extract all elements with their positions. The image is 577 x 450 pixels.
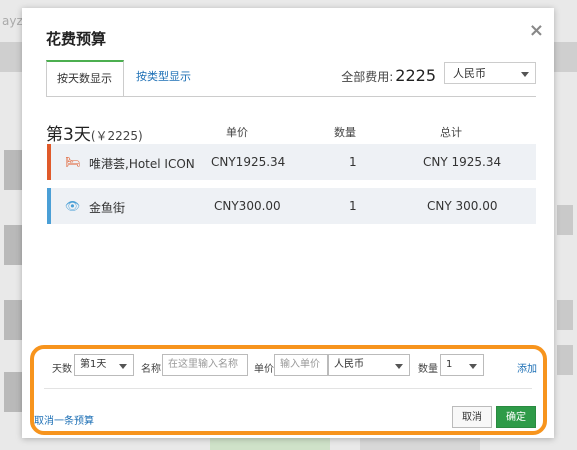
currency-select[interactable]: 人民币 [444,62,536,84]
chevron-down-icon [469,364,477,369]
item-name: 唯港荟,Hotel ICON [89,157,195,171]
price-input[interactable]: 输入单价 [274,354,328,376]
quantity-label: 数量 [418,364,438,375]
day-title: 第3天(￥2225) [46,120,143,145]
quantity-select[interactable]: 1 [440,354,484,376]
editor-divider [44,388,532,389]
name-input[interactable]: 在这里输入名称 [162,354,248,376]
item-unit-price: CNY1925.34 [211,155,286,169]
cancel-button[interactable]: 取消 [452,406,492,428]
column-header-quantity: 数量 [334,126,356,139]
quantity-select-value: 1 [446,359,453,370]
day-label: 第3天 [46,125,91,145]
background-text: ayz [2,14,23,28]
currency-select-value: 人民币 [453,67,486,80]
budget-dialog: 花费预算 × 按天数显示 按类型显示 全部费用: 2225 人民币 第3天(￥22… [22,8,554,438]
column-header-unit-price: 单价 [226,126,248,139]
background-thumbnail [557,300,573,330]
column-header-total: 总计 [440,126,462,139]
days-label: 天数 [52,364,72,375]
add-item-link[interactable]: 添加 [517,360,537,375]
total-cost-label: 全部费用: [341,70,394,84]
tab-by-day[interactable]: 按天数显示 [46,60,124,97]
close-icon[interactable]: × [529,20,544,41]
item-quantity: 1 [349,199,357,213]
item-quantity: 1 [349,155,357,169]
item-name: 金鱼街 [89,201,126,215]
background-thumbnail [557,345,573,375]
name-label: 名称 [141,364,161,375]
confirm-button[interactable]: 确定 [496,406,536,428]
cancel-budget-link[interactable]: 取消一条预算 [34,412,94,427]
tab-by-type[interactable]: 按类型显示 [126,60,201,94]
budget-item-row[interactable]: 👁 金鱼街 CNY300.00 1 CNY 300.00 [47,188,536,224]
price-label: 单价 [254,364,274,375]
total-cost: 全部费用: 2225 [341,66,436,85]
day-subtotal: (￥2225) [90,129,143,143]
item-total: CNY 300.00 [427,199,498,213]
hotel-bed-icon: 🛏 [65,155,81,169]
item-total: CNY 1925.34 [423,155,502,169]
chevron-down-icon [119,364,127,369]
budget-item-row[interactable]: 🛏 唯港荟,Hotel ICON CNY1925.34 1 CNY 1925.3… [47,144,536,180]
editor-currency-select[interactable]: 人民币 [328,354,410,376]
tab-divider [46,96,536,97]
day-select[interactable]: 第1天 [74,354,134,376]
editor-currency-value: 人民币 [334,359,364,370]
chevron-down-icon [395,364,403,369]
day-select-value: 第1天 [80,359,107,370]
background-thumbnail [557,205,573,235]
chevron-down-icon [521,72,529,77]
dialog-title: 花费预算 [46,30,107,48]
total-cost-value: 2225 [395,66,436,85]
item-unit-price: CNY300.00 [214,199,281,213]
day-header: 第3天(￥2225) 单价 数量 总计 [46,120,536,145]
eye-icon: 👁 [65,199,81,213]
